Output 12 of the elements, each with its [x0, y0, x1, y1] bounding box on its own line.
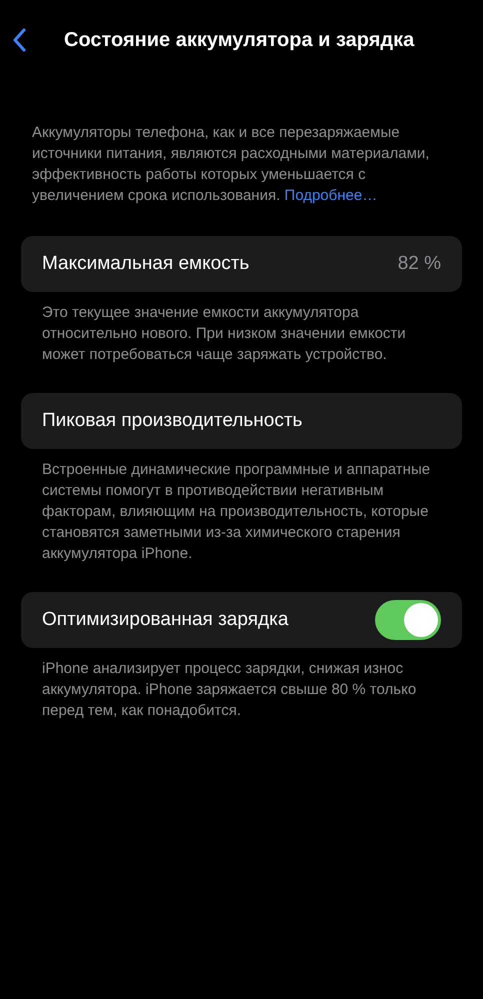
- toggle-switch[interactable]: [375, 600, 441, 640]
- setting-value: 82 %: [398, 253, 441, 275]
- intro-text: Аккумуляторы телефона, как и все перезаряжаемые источники питания, являются расходными материалами, эффективность работы которых уменьшается с увеличением срока использования. Подробнее…: [32, 123, 430, 206]
- setting-description: Это текущее значение емкости аккумулятора относительно нового. При низком значении емкости может потребоваться чаще заряжать устройство.: [42, 303, 407, 365]
- setting-label: Пиковая производительность: [42, 410, 302, 432]
- back-icon[interactable]: [12, 28, 26, 52]
- setting-label: Максимальная емкость: [42, 253, 250, 275]
- more-link[interactable]: Подробнее…: [284, 187, 378, 204]
- setting-description: iPhone анализирует процесс зарядки, снижая износ аккумулятора. iPhone заряжается свыше 80 % только перед тем, как понадобится.: [42, 659, 418, 721]
- setting-label: Оптимизированная зарядка: [42, 609, 288, 631]
- setting-description: Встроенные динамические программные и аппаратные системы помогут в противодействии негативным факторам, влияющим на производительность, которые становятся заметными из-за химического старения аккумулятора iPhone.: [42, 460, 432, 564]
- page-title: Состояние аккумулятора и зарядка: [64, 28, 414, 52]
